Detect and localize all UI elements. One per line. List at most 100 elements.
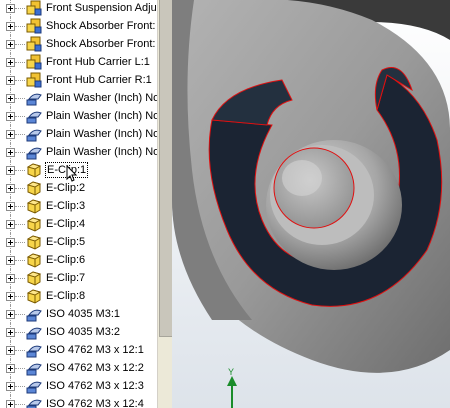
expand-plus-icon[interactable]: [6, 112, 15, 121]
part-icon: [26, 234, 42, 250]
tree-connector-line: [15, 62, 25, 63]
tree-connector-line: [15, 314, 25, 315]
tree-item-label[interactable]: ISO 4762 M3 x 12:1: [45, 343, 145, 357]
tree-row[interactable]: E-Clip:3: [0, 197, 157, 215]
tree-item-label[interactable]: Front Suspension Adju: [45, 1, 157, 15]
expand-plus-icon[interactable]: [6, 4, 15, 13]
tree-item-label[interactable]: Plain Washer (Inch) No: [45, 91, 157, 105]
tree-connector-line: [15, 242, 25, 243]
part-icon: [26, 252, 42, 268]
expand-plus-icon[interactable]: [6, 274, 15, 283]
tree-connector-line: [15, 350, 25, 351]
tree-item-label[interactable]: E-Clip:6: [45, 253, 86, 267]
tree-row[interactable]: E-Clip:4: [0, 215, 157, 233]
expand-plus-icon[interactable]: [6, 256, 15, 265]
tree-row[interactable]: E-Clip:5: [0, 233, 157, 251]
tree-row[interactable]: E-Clip:8: [0, 287, 157, 305]
tree-item-label[interactable]: Shock Absorber Front:: [45, 19, 156, 33]
tree-row[interactable]: E-Clip:2: [0, 179, 157, 197]
tree-item-label[interactable]: E-Clip:2: [45, 181, 86, 195]
washer-part-icon: [26, 324, 42, 340]
tree-connector-line: [15, 332, 25, 333]
expand-plus-icon[interactable]: [6, 220, 15, 229]
graphics-viewport[interactable]: Y: [172, 0, 450, 408]
model-browser-tree[interactable]: Front Suspension Adju Shock Absorber Fron…: [0, 0, 157, 408]
tree-item-label[interactable]: E-Clip:4: [45, 217, 86, 231]
tree-row[interactable]: Front Hub Carrier L:1: [0, 53, 157, 71]
tree-item-label[interactable]: Plain Washer (Inch) No: [45, 109, 157, 123]
scrollbar-thumb[interactable]: [159, 0, 173, 337]
part-icon: [26, 216, 42, 232]
washer-part-icon: [26, 378, 42, 394]
washer-part-icon: [26, 126, 42, 142]
tree-item-label[interactable]: Plain Washer (Inch) No: [45, 127, 157, 141]
tree-item-label[interactable]: ISO 4762 M3 x 12:4: [45, 397, 145, 408]
tree-scrollbar[interactable]: [157, 0, 173, 408]
tree-item-label[interactable]: ISO 4035 M3:2: [45, 325, 121, 339]
tree-item-label[interactable]: E-Clip:8: [45, 289, 86, 303]
tree-row[interactable]: Plain Washer (Inch) No: [0, 89, 157, 107]
expand-plus-icon[interactable]: [6, 22, 15, 31]
expand-plus-icon[interactable]: [6, 58, 15, 67]
tree-connector-line: [15, 296, 25, 297]
tree-item-label[interactable]: ISO 4762 M3 x 12:2: [45, 361, 145, 375]
tree-row[interactable]: Plain Washer (Inch) No: [0, 143, 157, 161]
expand-plus-icon[interactable]: [6, 328, 15, 337]
tree-connector-line: [15, 80, 25, 81]
tree-item-label[interactable]: E-Clip:3: [45, 199, 86, 213]
tree-row[interactable]: ISO 4035 M3:1: [0, 305, 157, 323]
expand-plus-icon[interactable]: [6, 364, 15, 373]
tree-connector-line: [15, 404, 25, 405]
tree-item-label[interactable]: Front Hub Carrier R:1: [45, 73, 153, 87]
tree-item-label[interactable]: ISO 4035 M3:1: [45, 307, 121, 321]
expand-plus-icon[interactable]: [6, 202, 15, 211]
tree-item-label[interactable]: Front Hub Carrier L:1: [45, 55, 151, 69]
expand-plus-icon[interactable]: [6, 166, 15, 175]
expand-plus-icon[interactable]: [6, 292, 15, 301]
tree-row[interactable]: ISO 4762 M3 x 12:3: [0, 377, 157, 395]
tree-row[interactable]: E-Clip:7: [0, 269, 157, 287]
tree-row[interactable]: E-Clip:1: [0, 161, 157, 179]
washer-part-icon: [26, 108, 42, 124]
expand-plus-icon[interactable]: [6, 400, 15, 408]
tree-row[interactable]: Plain Washer (Inch) No: [0, 125, 157, 143]
part-icon: [26, 162, 42, 178]
expand-plus-icon[interactable]: [6, 130, 15, 139]
tree-connector-line: [15, 260, 25, 261]
tree-row[interactable]: ISO 4762 M3 x 12:2: [0, 359, 157, 377]
part-icon: [26, 180, 42, 196]
part-icon: [26, 288, 42, 304]
tree-row[interactable]: Front Hub Carrier R:1: [0, 71, 157, 89]
expand-plus-icon[interactable]: [6, 382, 15, 391]
expand-plus-icon[interactable]: [6, 40, 15, 49]
tree-connector-line: [15, 152, 25, 153]
tree-connector-line: [15, 116, 25, 117]
tree-item-label[interactable]: Shock Absorber Front:: [45, 37, 156, 51]
tree-connector-line: [15, 8, 25, 9]
tree-item-label[interactable]: E-Clip:7: [45, 271, 86, 285]
tree-item-label[interactable]: E-Clip:5: [45, 235, 86, 249]
tree-connector-line: [15, 278, 25, 279]
tree-row[interactable]: ISO 4035 M3:2: [0, 323, 157, 341]
washer-part-icon: [26, 144, 42, 160]
tree-row[interactable]: Plain Washer (Inch) No: [0, 107, 157, 125]
expand-plus-icon[interactable]: [6, 184, 15, 193]
expand-plus-icon[interactable]: [6, 238, 15, 247]
expand-plus-icon[interactable]: [6, 76, 15, 85]
expand-plus-icon[interactable]: [6, 148, 15, 157]
expand-plus-icon[interactable]: [6, 346, 15, 355]
tree-row[interactable]: Front Suspension Adju: [0, 0, 157, 17]
expand-plus-icon[interactable]: [6, 94, 15, 103]
tree-connector-line: [15, 206, 25, 207]
tree-item-label[interactable]: ISO 4762 M3 x 12:3: [45, 379, 145, 393]
tree-row[interactable]: Shock Absorber Front:: [0, 17, 157, 35]
assembly-icon: [26, 0, 42, 16]
tree-row[interactable]: Shock Absorber Front:: [0, 35, 157, 53]
tree-row[interactable]: ISO 4762 M3 x 12:1: [0, 341, 157, 359]
expand-plus-icon[interactable]: [6, 310, 15, 319]
tree-row[interactable]: E-Clip:6: [0, 251, 157, 269]
tree-item-label[interactable]: Plain Washer (Inch) No: [45, 145, 157, 159]
tree-row[interactable]: ISO 4762 M3 x 12:4: [0, 395, 157, 408]
assembly-icon: [26, 18, 42, 34]
mouse-pointer-icon: [66, 165, 78, 182]
